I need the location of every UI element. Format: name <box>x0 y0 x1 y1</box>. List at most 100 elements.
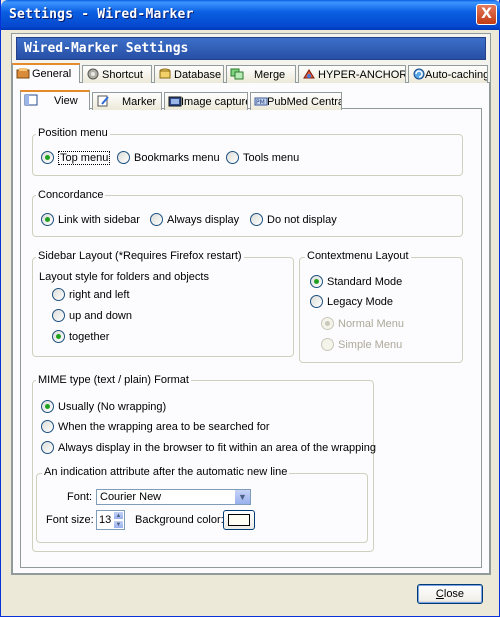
indication-attribute-group <box>36 473 368 543</box>
spin-down-icon[interactable]: ▼ <box>113 520 124 529</box>
tab-auto-caching-label: Auto-caching <box>425 69 488 81</box>
position-menu-legend: Position menu <box>36 127 110 139</box>
tab-merge-label: Merge <box>254 69 286 81</box>
svg-text:PM: PM <box>256 99 265 106</box>
radio-simple-menu-label: Simple Menu <box>338 339 403 351</box>
layout-style-caption: Layout style for folders and objects <box>39 271 209 283</box>
radio-bookmarks-menu[interactable]: Bookmarks menu <box>117 151 220 164</box>
pubmed-icon: PM <box>254 95 268 107</box>
tab-database[interactable]: Database <box>154 65 224 83</box>
radio-always-display-wrapping[interactable]: Always display in the browser to fit wit… <box>41 441 376 454</box>
tab-merge[interactable]: Merge <box>226 65 296 83</box>
radio-always-display[interactable]: Always display <box>150 213 239 226</box>
tab-database-label: Database <box>174 69 222 81</box>
radio-normal-menu-label: Normal Menu <box>338 318 405 330</box>
image-capture-icon <box>168 95 182 107</box>
background-color-label: Background color: <box>135 514 224 526</box>
tab-pubmed-central-label: PubMed Central <box>267 96 342 108</box>
indication-attribute-legend: An indication attribute after the automa… <box>42 466 290 478</box>
radio-button[interactable] <box>41 213 54 226</box>
chevron-down-icon[interactable]: ▼ <box>234 490 250 504</box>
tab-pubmed-central[interactable]: PM PubMed Central <box>250 92 342 110</box>
font-size-value: 13 <box>99 514 112 526</box>
radio-tools-menu-label: Tools menu <box>243 152 300 164</box>
tab-marker[interactable]: Marker <box>92 92 162 110</box>
radio-always-display-wrapping-label: Always display in the browser to fit wit… <box>58 442 376 454</box>
background-color-button[interactable] <box>223 510 255 530</box>
radio-do-not-display-label: Do not display <box>267 214 337 226</box>
shortcut-icon <box>86 68 100 80</box>
radio-button[interactable] <box>150 213 163 226</box>
contextmenu-layout-legend: Contextmenu Layout <box>305 250 411 262</box>
radio-together[interactable]: together <box>52 330 109 343</box>
radio-wrapping-area-searched-label: When the wrapping area to be searched fo… <box>58 421 270 433</box>
font-select[interactable]: Courier New ▼ <box>96 489 251 505</box>
general-icon <box>16 67 30 79</box>
tab-hyper-anchor[interactable]: HYPER-ANCHOR <box>298 65 406 83</box>
spin-up-icon[interactable]: ▲ <box>113 511 124 520</box>
radio-bookmarks-menu-label: Bookmarks menu <box>134 152 220 164</box>
font-select-value: Courier New <box>100 491 162 503</box>
hyper-anchor-icon <box>302 68 316 80</box>
radio-button[interactable] <box>52 288 65 301</box>
close-button-label: Close <box>435 588 465 600</box>
tab-image-capture[interactable]: Image capture <box>164 92 248 110</box>
tab-view[interactable]: View <box>20 90 90 110</box>
database-icon <box>158 68 172 80</box>
tab-shortcut-label: Shortcut <box>102 69 143 81</box>
radio-right-and-left[interactable]: right and left <box>52 288 130 301</box>
radio-standard-mode[interactable]: Standard Mode <box>310 275 402 288</box>
radio-button[interactable] <box>117 151 130 164</box>
radio-top-menu[interactable]: Top menu <box>41 151 111 165</box>
tab-shortcut[interactable]: Shortcut <box>82 65 152 83</box>
close-button[interactable]: Close <box>417 584 483 604</box>
tab-marker-label: Marker <box>122 96 157 108</box>
radio-button[interactable] <box>321 317 334 330</box>
font-size-stepper[interactable]: 13 ▲ ▼ <box>96 510 125 530</box>
tab-auto-caching[interactable]: Auto-caching <box>408 65 488 83</box>
window-title: Settings - Wired-Marker <box>9 7 194 22</box>
radio-always-display-label: Always display <box>167 214 240 226</box>
font-label: Font: <box>67 491 93 503</box>
radio-button[interactable] <box>41 441 54 454</box>
window-close-icon[interactable]: X <box>476 4 497 25</box>
radio-usually-no-wrapping-label: Usually (No wrapping) <box>58 401 167 413</box>
auto-caching-icon <box>412 68 426 80</box>
tab-image-capture-label: Image capture <box>181 96 248 108</box>
radio-button[interactable] <box>41 420 54 433</box>
radio-button[interactable] <box>321 338 334 351</box>
radio-legacy-mode[interactable]: Legacy Mode <box>310 295 393 308</box>
radio-button[interactable] <box>41 400 54 413</box>
merge-icon <box>230 68 244 80</box>
concordance-legend: Concordance <box>36 189 106 201</box>
radio-simple-menu[interactable]: Simple Menu <box>321 338 402 351</box>
radio-usually-no-wrapping[interactable]: Usually (No wrapping) <box>41 400 166 413</box>
radio-button[interactable] <box>250 213 263 226</box>
radio-normal-menu[interactable]: Normal Menu <box>321 317 404 330</box>
radio-together-label: together <box>69 331 110 343</box>
settings-window: Settings - Wired-Marker X Wired-Marker S… <box>0 0 500 617</box>
radio-button[interactable] <box>52 330 65 343</box>
radio-tools-menu[interactable]: Tools menu <box>226 151 299 164</box>
radio-top-menu-label: Top menu <box>58 151 111 165</box>
radio-up-and-down-label: up and down <box>69 310 132 322</box>
radio-link-with-sidebar[interactable]: Link with sidebar <box>41 213 140 226</box>
radio-up-and-down[interactable]: up and down <box>52 309 132 322</box>
title-bar[interactable]: Settings - Wired-Marker X <box>1 0 500 30</box>
radio-right-and-left-label: right and left <box>69 289 130 301</box>
radio-standard-mode-label: Standard Mode <box>327 276 403 288</box>
radio-button[interactable] <box>226 151 239 164</box>
radio-button[interactable] <box>310 295 323 308</box>
radio-button[interactable] <box>310 275 323 288</box>
marker-icon <box>96 95 110 107</box>
mime-type-legend: MIME type (text / plain) Format <box>36 374 191 386</box>
tab-general[interactable]: General <box>12 63 80 83</box>
font-size-label: Font size: <box>46 514 94 526</box>
radio-legacy-mode-label: Legacy Mode <box>327 296 394 308</box>
sidebar-layout-legend: Sidebar Layout (*Requires Firefox restar… <box>36 250 244 262</box>
radio-wrapping-area-searched[interactable]: When the wrapping area to be searched fo… <box>41 420 270 433</box>
settings-header: Wired-Marker Settings <box>16 37 486 60</box>
radio-button[interactable] <box>41 151 54 164</box>
radio-button[interactable] <box>52 309 65 322</box>
radio-do-not-display[interactable]: Do not display <box>250 213 337 226</box>
